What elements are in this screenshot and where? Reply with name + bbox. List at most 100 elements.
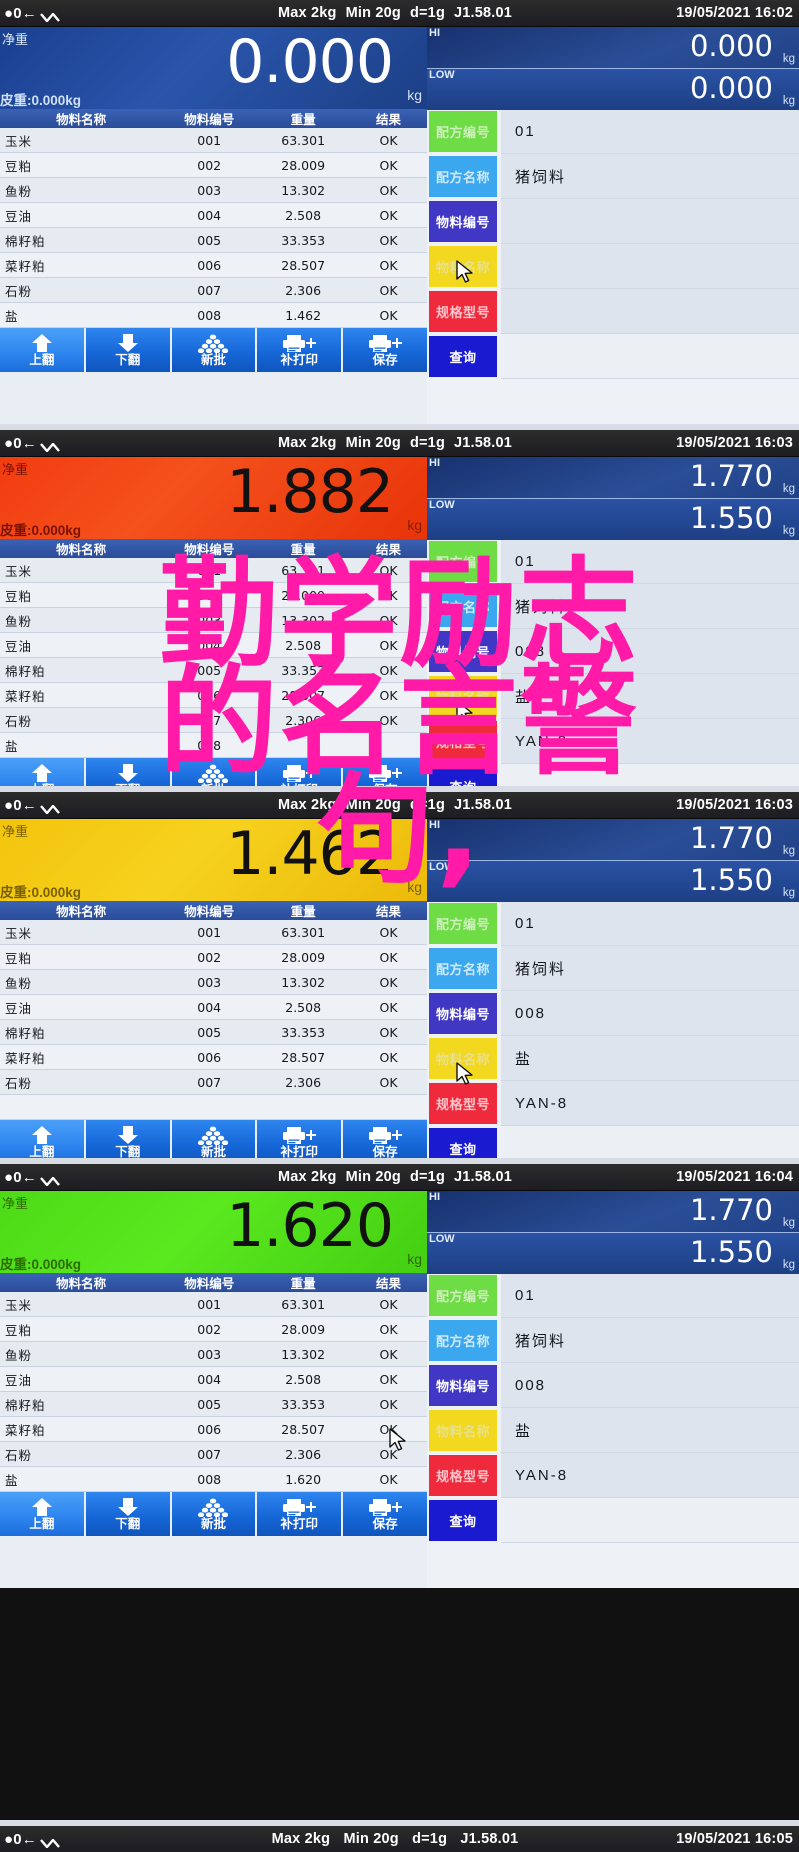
field-key-material_name[interactable]: 物料名称 xyxy=(429,246,497,287)
field-row-material_no: 物料编号 008 xyxy=(427,991,799,1036)
field-row-formula_name: 配方名称 猪饲料 xyxy=(427,946,799,991)
cell-material-no: 007 xyxy=(162,277,257,303)
cell-weight: 28.009 xyxy=(256,1316,351,1342)
table-row[interactable]: 石粉 007 2.306 OK xyxy=(0,277,427,303)
statusbar: ●0← Max 2kg Min 20g d=1g J1.58.01 19/05/2021 … xyxy=(0,0,799,27)
table-row[interactable]: 鱼粉 003 13.302 OK xyxy=(0,1341,427,1367)
field-key-material_no[interactable]: 物料编号 xyxy=(429,993,497,1034)
spec-firmware: J1.58.01 xyxy=(454,1169,513,1185)
table-row[interactable]: 菜籽粕 006 28.507 OK xyxy=(0,1416,427,1442)
toolbar-button-补打印[interactable]: 补打印 xyxy=(257,1492,342,1536)
table-row[interactable]: 石粉 007 2.306 OK xyxy=(0,1069,427,1095)
table-row[interactable]: 玉米 001 63.301 OK xyxy=(0,1292,427,1317)
indicator-group: ●0← xyxy=(0,1169,62,1187)
table-header-1: 物料编号 xyxy=(162,1273,257,1292)
field-key-formula_name[interactable]: 配方名称 xyxy=(429,1320,497,1361)
toolbar-button-下翻[interactable]: 下翻 xyxy=(85,1492,170,1536)
field-key-material_no[interactable]: 物料编号 xyxy=(429,201,497,242)
right-column: HI 1.770 kg LOW 1.550 kg 配方编号 01 配方名称 猪饲料 物料编号 008 物… xyxy=(427,1191,799,1588)
query-button[interactable]: 查询 xyxy=(429,336,497,377)
cell-weight: 13.302 xyxy=(256,1341,351,1367)
cell-material-no: 007 xyxy=(162,1441,257,1467)
table-row[interactable]: 鱼粉 003 13.302 OK xyxy=(0,177,427,203)
toolbar-button-下翻[interactable]: 下翻 xyxy=(85,328,170,372)
table-row[interactable]: 豆油 004 2.508 OK xyxy=(0,202,427,228)
cell-result: OK xyxy=(350,277,427,303)
footer-max: Max 2kg xyxy=(271,1831,331,1847)
field-key-formula_no[interactable]: 配方编号 xyxy=(429,1275,497,1316)
field-value-formula_no: 01 xyxy=(501,901,799,946)
primary-weight-value: 1.882 xyxy=(226,457,394,527)
primary-weight-unit: kg xyxy=(407,1251,422,1267)
field-key-material_no[interactable]: 物料编号 xyxy=(429,1365,497,1406)
table-row[interactable]: 盐 008 1.620 OK xyxy=(0,1466,427,1492)
table-row[interactable]: 豆粕 002 28.009 OK xyxy=(0,1316,427,1342)
arrow-up-icon xyxy=(29,333,55,353)
field-row-spec_model: 规格型号 YAN-8 xyxy=(427,1081,799,1126)
toolbar-button-保存[interactable]: 保存 xyxy=(343,1492,427,1536)
low-label: LOW xyxy=(429,69,455,81)
toolbar-button-上翻[interactable]: 上翻 xyxy=(0,1492,84,1536)
cell-result: OK xyxy=(350,1391,427,1417)
toolbar-button-上翻[interactable]: 上翻 xyxy=(0,328,84,372)
field-key-formula_name[interactable]: 配方名称 xyxy=(429,156,497,197)
table-row[interactable]: 菜籽粕 006 28.507 OK xyxy=(0,1044,427,1070)
cell-result: OK xyxy=(350,1044,427,1070)
field-row-material_name: 物料名称 xyxy=(427,244,799,289)
field-key-formula_name[interactable]: 配方名称 xyxy=(429,948,497,989)
toolbar-button-新批[interactable]: 新批 xyxy=(171,1492,256,1536)
cell-result: OK xyxy=(350,202,427,228)
field-row-material_name: 物料名称盐 xyxy=(427,1036,799,1081)
field-key-formula_no[interactable]: 配方编号 xyxy=(429,111,497,152)
table-row[interactable]: 玉米 001 63.301 OK xyxy=(0,128,427,153)
net-weight-label: 净重 xyxy=(2,462,29,477)
toolbar-button-label: 补打印 xyxy=(280,1517,319,1531)
table-header-2: 重量 xyxy=(256,901,351,920)
table-row[interactable]: 豆油 004 2.508 OK xyxy=(0,1366,427,1392)
field-row-formula_no: 配方编号 01 xyxy=(427,1273,799,1318)
low-limit-value: 1.550 xyxy=(689,501,773,535)
table-row[interactable]: 鱼粉 003 13.302 OK xyxy=(0,969,427,995)
table-row[interactable]: 豆粕 002 28.009 OK xyxy=(0,944,427,970)
primary-weight-unit: kg xyxy=(407,87,422,103)
stack-pile-icon xyxy=(198,1125,229,1145)
table-row[interactable]: 盐 008 1.462 OK xyxy=(0,302,427,328)
printer-plus-icon xyxy=(282,1125,317,1145)
field-row-material_no: 物料编号 008 xyxy=(427,1363,799,1408)
table-row[interactable] xyxy=(0,1094,427,1120)
query-button[interactable]: 查询 xyxy=(429,1500,497,1541)
cell-weight: 63.301 xyxy=(256,920,351,945)
toolbar-button-label: 新批 xyxy=(200,353,226,367)
field-value-material_name xyxy=(501,244,799,289)
field-key-material_name[interactable]: 物料名称 xyxy=(429,1038,497,1079)
toolbar-button-保存[interactable]: 保存 xyxy=(343,328,427,372)
field-row-query: 查询 xyxy=(427,334,799,379)
stability-icon xyxy=(40,439,62,453)
field-key-spec_model[interactable]: 规格型号 xyxy=(429,1083,497,1124)
toolbar-button-新批[interactable]: 新批 xyxy=(171,328,256,372)
table-row[interactable]: 玉米 001 63.301 OK xyxy=(0,920,427,945)
cell-weight: 28.009 xyxy=(256,944,351,970)
field-key-spec_model[interactable]: 规格型号 xyxy=(429,291,497,332)
table-row[interactable]: 棉籽粕 005 33.353 OK xyxy=(0,1019,427,1045)
field-list: 配方编号01配方名称猪饲料物料编号008物料名称盐规格型号YAN-8查询 xyxy=(427,901,799,1171)
field-key-spec_model[interactable]: 规格型号 xyxy=(429,1455,497,1496)
field-key-formula_no[interactable]: 配方编号 xyxy=(429,903,497,944)
toolbar-button-补打印[interactable]: 补打印 xyxy=(257,328,342,372)
cell-weight: 33.353 xyxy=(256,1391,351,1417)
table-row[interactable]: 豆粕 002 28.009 OK xyxy=(0,152,427,178)
table-row[interactable]: 石粉 007 2.306 OK xyxy=(0,1441,427,1467)
table-row[interactable]: 棉籽粕 005 33.353 OK xyxy=(0,1391,427,1417)
net-weight-label: 净重 xyxy=(2,1196,29,1211)
tare-weight-label: 皮重:0.000kg xyxy=(0,885,82,900)
spec-group: Max 2kg Min 20g d=1g J1.58.01 xyxy=(278,5,521,21)
toolbar-button-label: 新批 xyxy=(200,1517,226,1531)
field-value-material_no: 008 xyxy=(501,991,799,1036)
table-row[interactable]: 菜籽粕 006 28.507 OK xyxy=(0,252,427,278)
table-row[interactable]: 棉籽粕 005 33.353 OK xyxy=(0,227,427,253)
field-key-material_name[interactable]: 物料名称 xyxy=(429,1410,497,1451)
table-row[interactable]: 豆油 004 2.508 OK xyxy=(0,994,427,1020)
photo-seam xyxy=(0,424,799,430)
cell-material-no: 003 xyxy=(162,969,257,995)
cell-material-name: 玉米 xyxy=(0,1292,163,1317)
